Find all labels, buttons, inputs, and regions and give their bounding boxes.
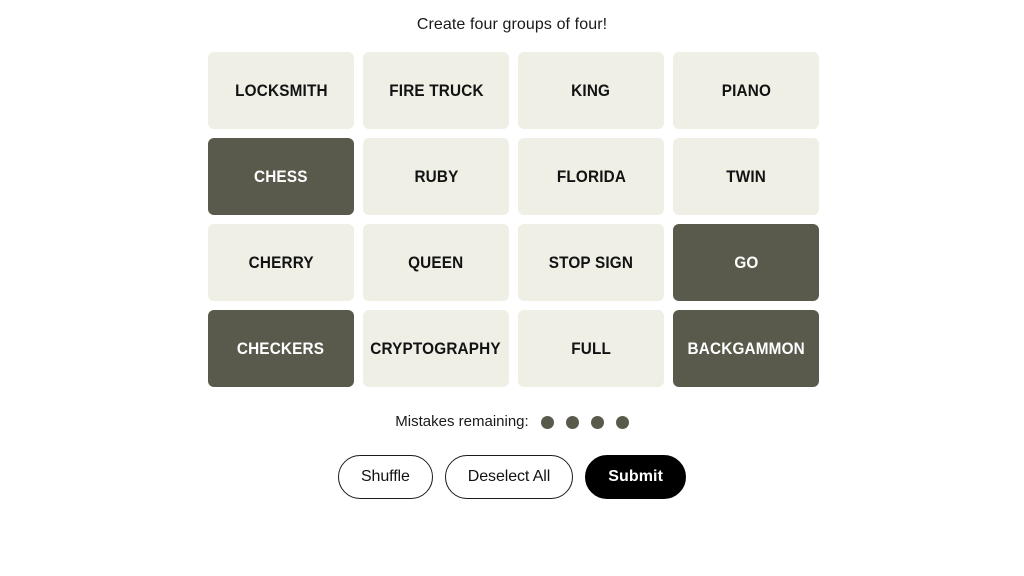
mistake-dot [615, 415, 629, 429]
word-tile-label: FULL [571, 339, 611, 358]
word-tile[interactable]: FLORIDA [518, 138, 664, 215]
word-tile[interactable]: CHECKERS [208, 310, 354, 387]
word-tile[interactable]: CRYPTOGRAPHY [363, 310, 509, 387]
word-tile[interactable]: RUBY [363, 138, 509, 215]
word-tile-label: TWIN [726, 167, 766, 186]
word-tile[interactable]: KING [518, 52, 664, 129]
word-tile-label: FIRE TRUCK [388, 81, 484, 100]
word-tile[interactable]: LOCKSMITH [208, 52, 354, 129]
word-tile-label: CHECKERS [237, 339, 325, 358]
word-tile-label: GO [733, 253, 759, 272]
word-tile[interactable]: GO [673, 224, 819, 301]
shuffle-button[interactable]: Shuffle [337, 455, 433, 499]
word-tile-label: BACKGAMMON [687, 339, 805, 358]
mistake-dot [565, 415, 579, 429]
mistake-dot [540, 415, 554, 429]
action-button-row: Shuffle Deselect All Submit [0, 455, 1024, 499]
mistakes-remaining-row: Mistakes remaining: [0, 411, 1024, 433]
word-tile-label: STOP SIGN [548, 253, 634, 272]
word-tile-label: PIANO [721, 81, 771, 100]
word-tile[interactable]: CHESS [208, 138, 354, 215]
mistakes-remaining-label: Mistakes remaining: [395, 413, 529, 430]
mistake-dot [590, 415, 604, 429]
word-tile[interactable]: FULL [518, 310, 664, 387]
word-tile[interactable]: QUEEN [363, 224, 509, 301]
word-tile-label: LOCKSMITH [234, 81, 328, 100]
word-tile[interactable]: STOP SIGN [518, 224, 664, 301]
word-tile[interactable]: PIANO [673, 52, 819, 129]
word-tile-label: CHESS [254, 167, 308, 186]
word-tile-label: CHERRY [248, 253, 314, 272]
word-tile[interactable]: CHERRY [208, 224, 354, 301]
word-tile[interactable]: BACKGAMMON [673, 310, 819, 387]
word-tile-label: FLORIDA [556, 167, 626, 186]
mistake-dots-group [540, 415, 629, 429]
word-tile[interactable]: TWIN [673, 138, 819, 215]
word-tile-label: CRYPTOGRAPHY [370, 339, 502, 358]
submit-button[interactable]: Submit [585, 455, 687, 499]
word-tile-grid: LOCKSMITH FIRE TRUCK KING PIANO CHESS RUBY FLO… [208, 52, 819, 390]
word-tile-label: QUEEN [408, 253, 464, 272]
word-tile-label: RUBY [413, 167, 459, 186]
deselect-all-button[interactable]: Deselect All [444, 455, 574, 499]
word-tile-label: KING [571, 81, 611, 100]
word-tile[interactable]: FIRE TRUCK [363, 52, 509, 129]
page-title: Create four groups of four! [416, 16, 608, 33]
